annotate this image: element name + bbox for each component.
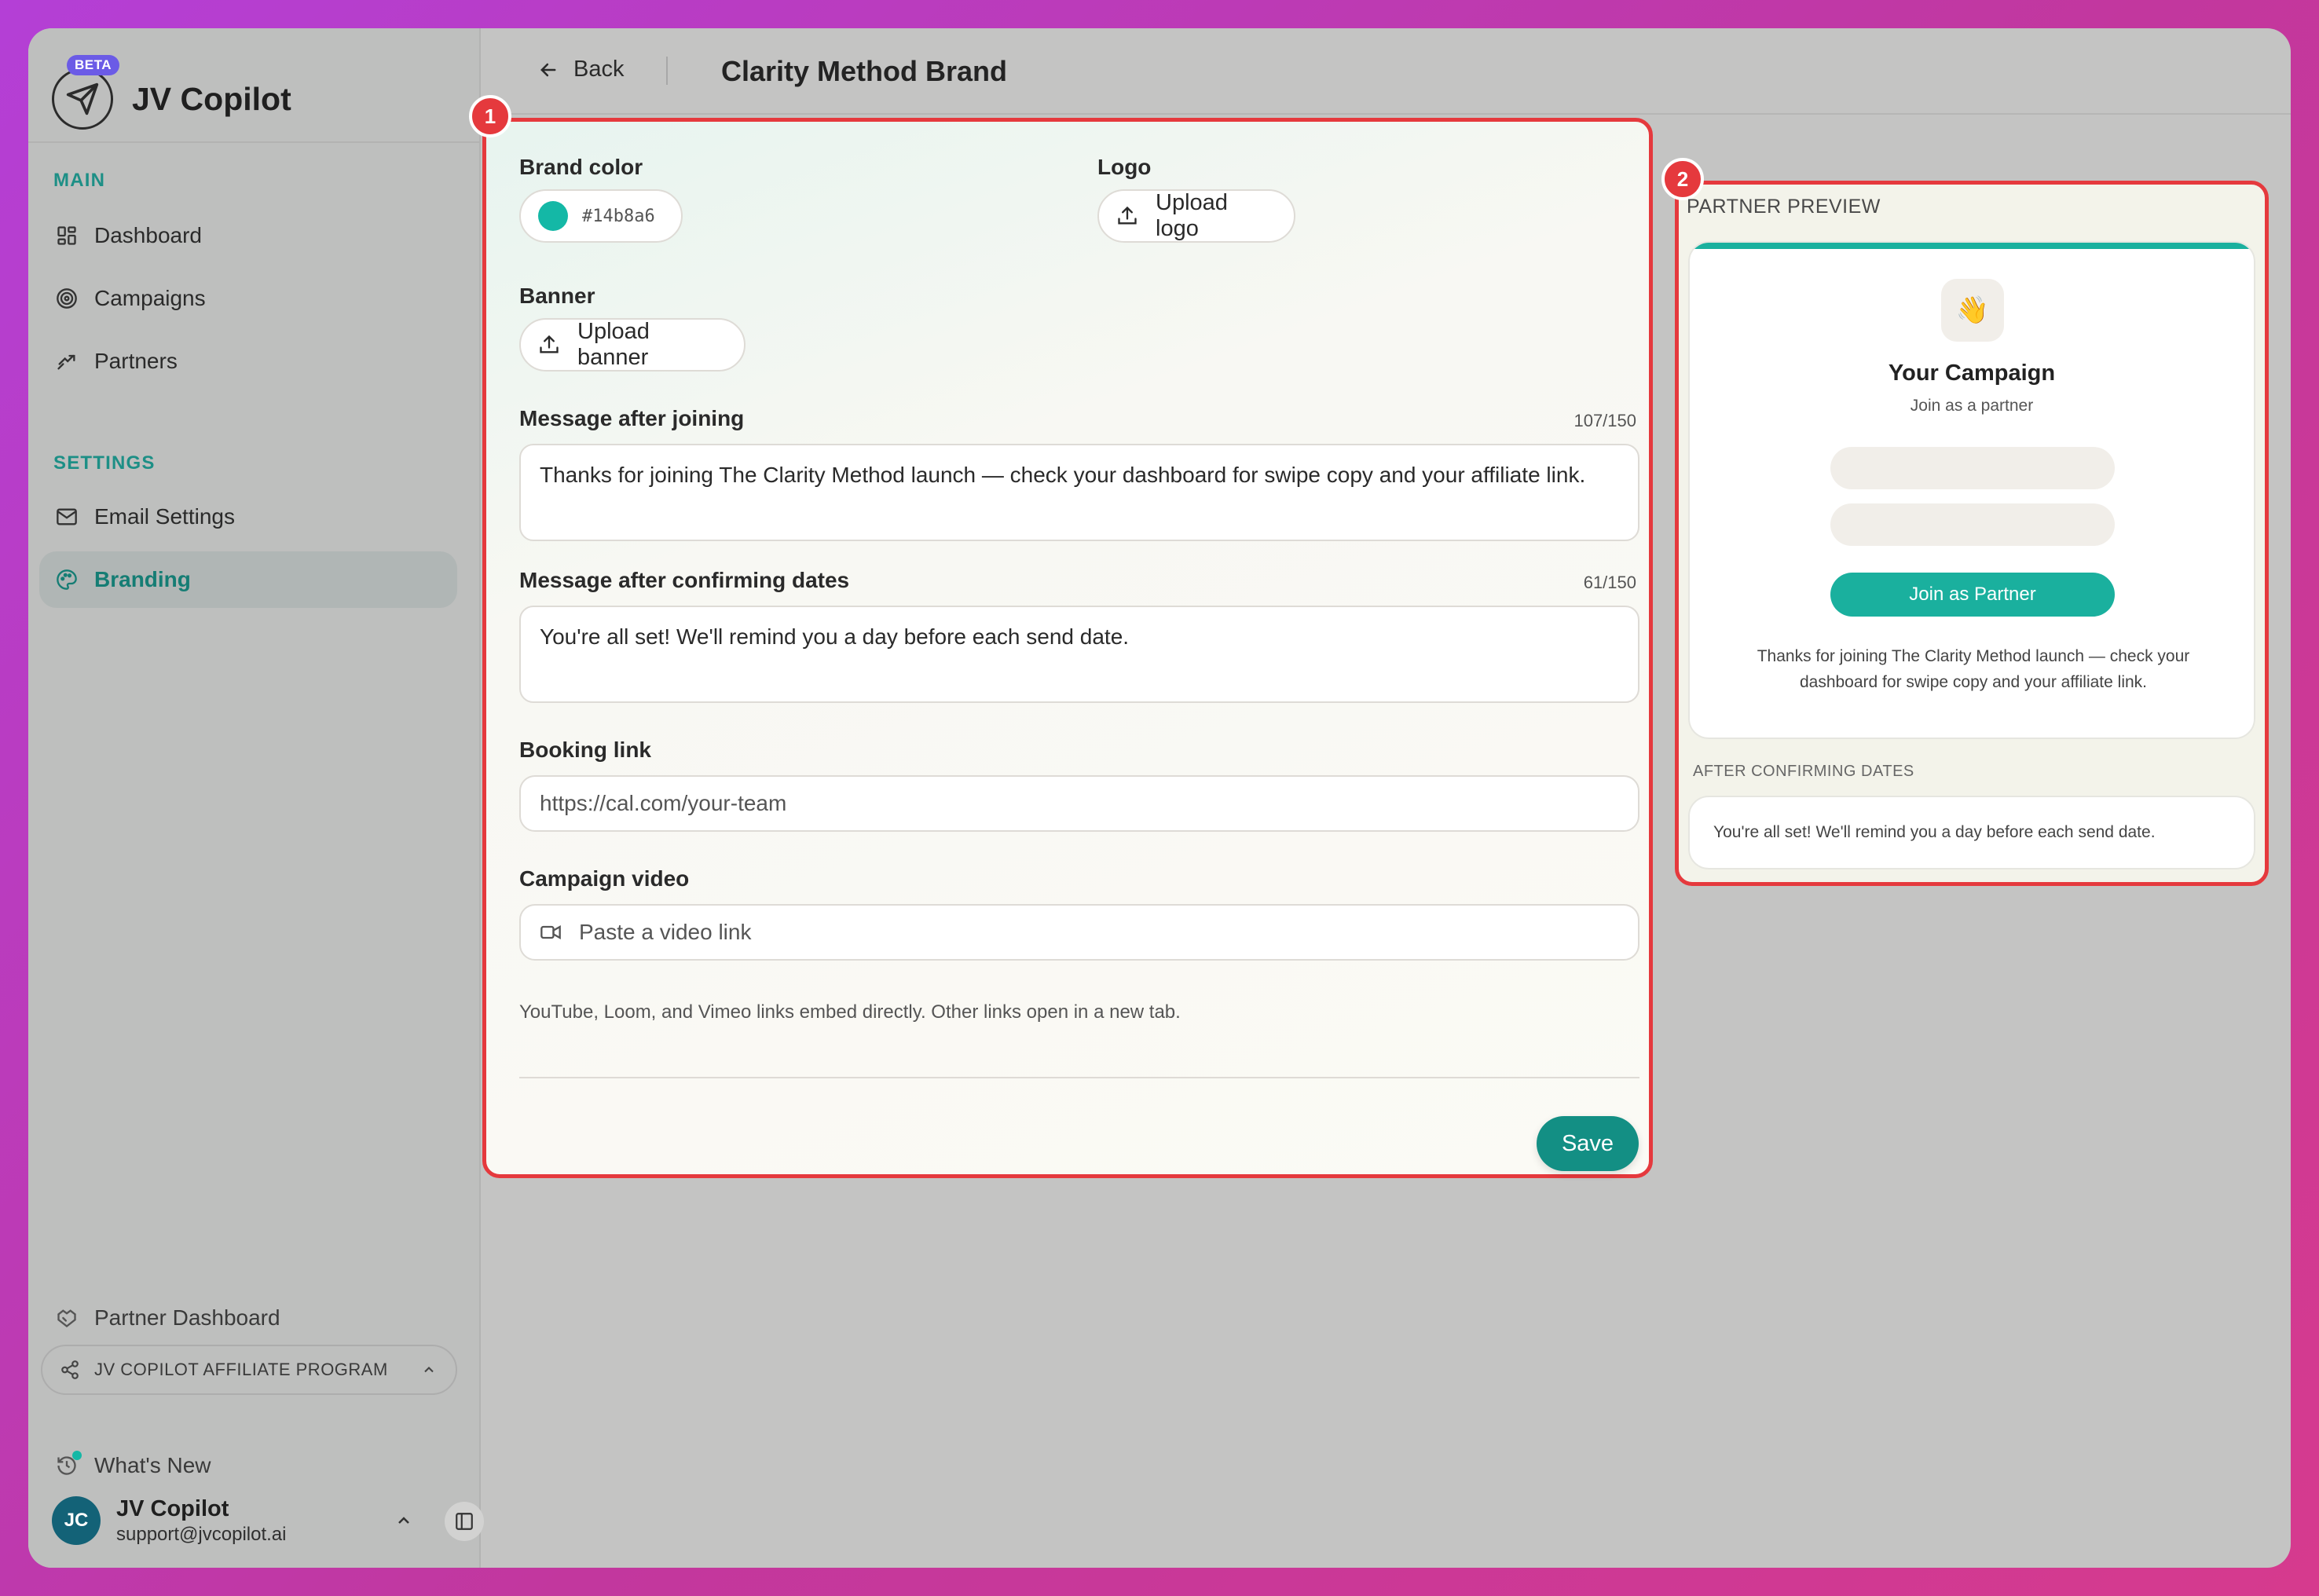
message-after-confirming-label: Message after confirming dates	[519, 568, 850, 592]
partner-preview: 2 PARTNER PREVIEW 👋 Your Campaign Join a…	[1661, 158, 2269, 886]
divider	[28, 141, 479, 143]
upload-banner-label: Upload banner	[577, 319, 650, 370]
preview-confirming-message: You're all set! We'll remind you a day b…	[1713, 823, 2156, 841]
sidebar-item-partner-dashboard[interactable]: Partner Dashboard	[39, 1290, 457, 1346]
back-button[interactable]: Back	[537, 57, 624, 82]
brand[interactable]: BETA JV Copilot	[52, 55, 291, 138]
affiliate-program-label: JV COPILOT AFFILIATE PROGRAM	[94, 1360, 388, 1379]
message-after-joining-counter: 107/150	[1573, 411, 1636, 430]
banner-label: Banner	[519, 284, 595, 308]
sidebar-item-label: Campaigns	[94, 286, 206, 310]
upload-logo-label: Upload logo	[1156, 190, 1228, 241]
user-email: support@jvcopilot.ai	[116, 1523, 287, 1545]
message-after-joining-field[interactable]: Thanks for joining The Clarity Method la…	[519, 444, 1639, 541]
partner-preview-label: PARTNER PREVIEW	[1687, 196, 1881, 218]
preview-subtitle: Join as a partner	[1910, 397, 2034, 415]
preview-joining-message: Thanks for joining The Clarity Method la…	[1757, 647, 2190, 691]
preview-name-field	[1830, 447, 2115, 489]
handshake-icon	[55, 350, 79, 373]
chevron-up-icon	[421, 1362, 437, 1378]
handshake-icon	[55, 1306, 79, 1330]
sidebar-item-branding[interactable]: Branding	[39, 551, 457, 608]
sidebar-item-label: What's New	[94, 1453, 211, 1477]
sidebar-item-label: Partner Dashboard	[94, 1305, 280, 1330]
page-title: Clarity Method Brand	[721, 55, 1008, 87]
preview-confirming-card: You're all set! We'll remind you a day b…	[1688, 796, 2255, 869]
campaign-video-input[interactable]: Paste a video link	[519, 904, 1639, 961]
sidebar-item-label: Dashboard	[94, 223, 202, 247]
campaign-video-placeholder: Paste a video link	[579, 920, 752, 944]
sidebar-item-campaigns[interactable]: Campaigns	[39, 270, 457, 327]
sidebar-item-label: Branding	[94, 567, 191, 591]
sidebar-item-label: Email Settings	[94, 504, 235, 529]
booking-link-input[interactable]: https://cal.com/your-team	[519, 775, 1639, 832]
chevron-up-icon[interactable]	[394, 1511, 413, 1530]
video-icon	[540, 921, 562, 943]
preview-title: Your Campaign	[1888, 361, 2056, 386]
beta-badge: BETA	[67, 55, 120, 75]
palette-icon	[55, 568, 79, 591]
user-name: JV Copilot	[116, 1495, 229, 1521]
sidebar-item-label: Partners	[94, 349, 178, 373]
upload-logo-button[interactable]: Upload logo	[1097, 189, 1295, 243]
back-label: Back	[573, 57, 625, 82]
brand-color-label: Brand color	[519, 155, 643, 179]
section-label-settings: SETTINGS	[53, 452, 156, 474]
brand-color-strip	[1690, 243, 2254, 249]
upload-banner-button[interactable]: Upload banner	[519, 318, 746, 372]
top-header: Back Clarity Method Brand	[481, 28, 2291, 115]
after-confirming-label: AFTER CONFIRMING DATES	[1693, 763, 1914, 780]
message-after-confirming-field[interactable]: You're all set! We'll remind you a day b…	[519, 606, 1639, 703]
branding-form: 1 Brand color #14b8a6 Logo Upload logo B…	[469, 95, 1653, 1178]
arrow-left-icon	[537, 59, 559, 81]
history-icon	[55, 1451, 82, 1477]
mail-icon	[55, 505, 79, 529]
upload-icon	[1116, 205, 1138, 227]
dashboard-icon	[55, 224, 79, 247]
share-icon	[60, 1360, 80, 1380]
booking-link-label: Booking link	[519, 738, 651, 762]
paper-plane-logo-icon: BETA	[52, 55, 120, 130]
avatar: JC	[52, 1496, 101, 1545]
annotation-badge-1: 1	[469, 95, 511, 137]
target-icon	[55, 287, 79, 310]
join-as-partner-button[interactable]: Join as Partner	[1830, 573, 2115, 617]
app-name: JV Copilot	[132, 80, 291, 117]
sidebar-item-partners[interactable]: Partners	[39, 333, 457, 390]
annotation-badge-2: 2	[1661, 158, 1704, 200]
preview-campaign-card: 👋 Your Campaign Join as a partner Join a…	[1688, 241, 2255, 739]
brand-color-value: #14b8a6	[582, 206, 655, 226]
affiliate-program-toggle[interactable]: JV COPILOT AFFILIATE PROGRAM	[41, 1345, 457, 1395]
color-swatch	[538, 201, 568, 231]
sidebar-item-email-settings[interactable]: Email Settings	[39, 489, 457, 545]
notification-dot	[72, 1451, 82, 1460]
message-after-confirming-counter: 61/150	[1583, 573, 1636, 592]
campaign-video-hint: YouTube, Loom, and Vimeo links embed dir…	[519, 1001, 1181, 1023]
section-label-main: MAIN	[53, 170, 106, 191]
divider	[519, 1077, 1639, 1078]
save-button[interactable]: Save	[1537, 1116, 1639, 1171]
user-menu[interactable]: JC JV Copilot support@jvcopilot.ai	[52, 1489, 484, 1552]
campaign-video-label: Campaign video	[519, 866, 690, 891]
app-window: BETA JV Copilot MAIN Dashboard Campaigns…	[28, 28, 2291, 1568]
logo-label: Logo	[1097, 155, 1152, 179]
divider	[666, 57, 668, 85]
message-after-joining-label: Message after joining	[519, 406, 745, 430]
sidebar-item-whats-new[interactable]: What's New	[39, 1437, 457, 1494]
waving-hand-icon: 👋	[1941, 279, 2004, 342]
brand-color-picker[interactable]: #14b8a6	[519, 189, 683, 243]
sidebar-toggle-icon[interactable]	[445, 1502, 484, 1541]
preview-email-field	[1830, 503, 2115, 546]
sidebar: BETA JV Copilot MAIN Dashboard Campaigns…	[28, 28, 484, 1568]
sidebar-item-dashboard[interactable]: Dashboard	[39, 207, 457, 264]
upload-icon	[538, 334, 560, 356]
